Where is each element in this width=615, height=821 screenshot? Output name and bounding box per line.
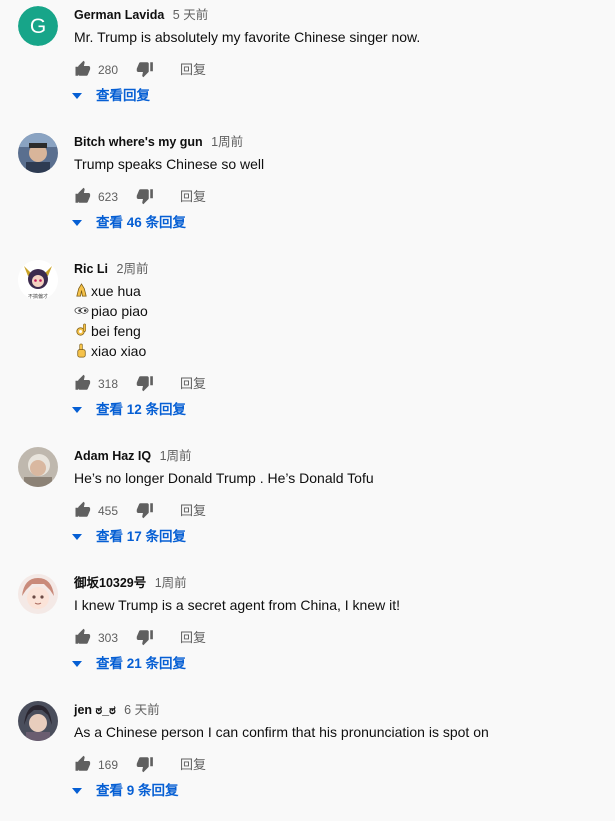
comment-author[interactable]: 御坂10329号	[74, 576, 146, 590]
comment-text: Mr. Trump is absolutely my favorite Chin…	[74, 27, 420, 47]
avatar[interactable]	[18, 133, 58, 173]
ok-hand-icon	[76, 323, 86, 336]
comment-time[interactable]: 1周前	[160, 449, 192, 463]
avatar[interactable]	[18, 574, 58, 614]
reply-button[interactable]: 回复	[180, 375, 206, 393]
like-count: 623	[98, 190, 119, 204]
thumbs-down-icon[interactable]	[136, 628, 154, 646]
avatar[interactable]	[18, 447, 58, 487]
comment-author[interactable]: jen ಠ_ಠ	[74, 703, 116, 717]
view-replies-label: 查看回复	[96, 88, 150, 103]
caret-down-icon	[72, 534, 82, 540]
comment-line-text: xue hua	[91, 283, 141, 299]
comment-line-text: xiao xiao	[91, 343, 147, 359]
comment-line: As a Chinese person I can confirm that h…	[74, 724, 489, 740]
avatar-anime-image	[18, 574, 58, 614]
comment-time[interactable]: 5 天前	[173, 8, 208, 22]
avatar-photo-image	[18, 447, 58, 487]
reply-button[interactable]: 回复	[180, 61, 206, 79]
caret-down-icon	[72, 661, 82, 667]
like-count: 455	[98, 504, 119, 518]
comment-time[interactable]: 2周前	[117, 262, 149, 276]
comment-time[interactable]: 6 天前	[124, 703, 159, 717]
avatar-photo-image	[18, 133, 58, 173]
caret-down-icon	[72, 93, 82, 99]
comment-line: xiao xiao	[74, 341, 148, 361]
comment-line-text: bei feng	[91, 323, 141, 339]
comment-line: I knew Trump is a secret agent from Chin…	[74, 597, 401, 613]
thumbs-down-icon[interactable]	[136, 755, 154, 773]
view-replies-label: 查看 21 条回复	[96, 656, 187, 671]
caret-down-icon	[72, 220, 82, 226]
avatar[interactable]: 不搞偏才	[18, 260, 58, 300]
thumbs-down-icon[interactable]	[136, 60, 154, 78]
avatar-letter-image: G	[18, 6, 58, 46]
thumbs-down-icon[interactable]	[136, 501, 154, 519]
comment-line: He’s no longer Donald Trump . He’s Donal…	[74, 470, 374, 486]
thumbs-up-icon[interactable]	[74, 60, 92, 78]
thumbs-up-icon[interactable]	[74, 501, 92, 519]
like-count: 303	[98, 631, 119, 645]
caret-down-icon	[72, 407, 82, 413]
view-replies-label: 查看 17 条回复	[96, 529, 187, 544]
like-count: 280	[98, 63, 119, 77]
comment-line: Trump speaks Chinese so well	[74, 156, 265, 172]
avatar[interactable]	[18, 701, 58, 741]
eyes-icon	[74, 307, 89, 314]
reply-button[interactable]: 回复	[180, 502, 206, 520]
comment-author[interactable]: Ric Li	[74, 262, 108, 276]
reply-button[interactable]: 回复	[180, 756, 206, 774]
view-replies-label: 查看 46 条回复	[96, 215, 187, 230]
comment-time[interactable]: 1周前	[155, 576, 187, 590]
comment-author[interactable]: Adam Haz IQ	[74, 449, 151, 463]
reply-button[interactable]: 回复	[180, 188, 206, 206]
avatar-anime-image	[18, 701, 58, 741]
thumbs-down-icon[interactable]	[136, 187, 154, 205]
comment-line: piao piao	[74, 301, 148, 321]
caret-down-icon	[72, 788, 82, 794]
comment-text: xue hua piao piao bei feng xiao xiao	[74, 281, 148, 361]
comment-line: bei feng	[74, 321, 148, 341]
view-replies-label: 查看 9 条回复	[96, 783, 179, 798]
thumbs-down-icon[interactable]	[136, 374, 154, 392]
comment-time[interactable]: 1周前	[211, 135, 243, 149]
comment-line: xue hua	[74, 281, 148, 301]
comment-text: Trump speaks Chinese so well	[74, 154, 264, 174]
comment-line-text: piao piao	[91, 303, 148, 319]
comment-text: As a Chinese person I can confirm that h…	[74, 722, 489, 742]
pointing-up-icon	[77, 343, 86, 358]
avatar-anime-image: 不搞偏才	[18, 260, 58, 300]
thumbs-up-icon[interactable]	[74, 755, 92, 773]
reply-button[interactable]: 回复	[180, 629, 206, 647]
avatar[interactable]: G	[18, 6, 58, 46]
comment-author[interactable]: German Lavida	[74, 8, 164, 22]
thumbs-up-icon[interactable]	[74, 628, 92, 646]
comment-text: He’s no longer Donald Trump . He’s Donal…	[74, 468, 374, 488]
comment-line: Mr. Trump is absolutely my favorite Chin…	[74, 29, 421, 45]
comment-text: I knew Trump is a secret agent from Chin…	[74, 595, 400, 615]
thumbs-up-icon[interactable]	[74, 187, 92, 205]
avatar-caption: 不搞偏才	[28, 293, 48, 300]
thumbs-up-icon[interactable]	[74, 374, 92, 392]
comment-author[interactable]: Bitch where's my gun	[74, 135, 203, 149]
like-count: 169	[98, 758, 119, 772]
like-count: 318	[98, 377, 119, 391]
view-replies-label: 查看 12 条回复	[96, 402, 187, 417]
avatar-letter: G	[30, 15, 46, 38]
praying-hands-icon	[76, 283, 87, 297]
